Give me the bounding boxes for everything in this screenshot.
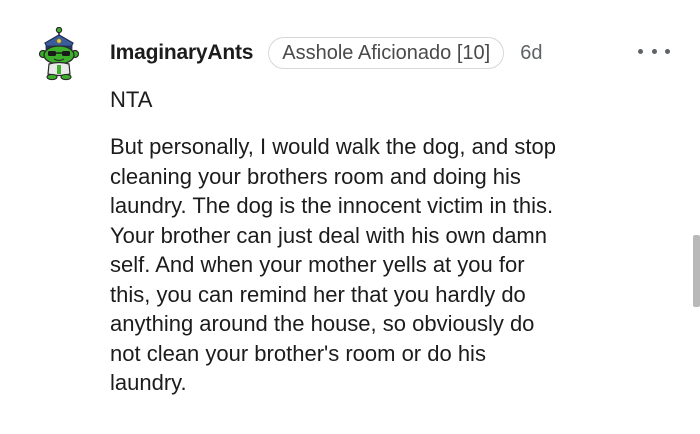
scrollbar-thumb[interactable] bbox=[693, 235, 700, 307]
comment: ImaginaryAnts Asshole Aficionado [10] 6d… bbox=[0, 0, 700, 434]
comment-body: But personally, I would walk the dog, an… bbox=[110, 132, 680, 398]
more-dot bbox=[651, 48, 657, 54]
comment-body-line: Your brother can just deal with his own … bbox=[110, 222, 547, 248]
comment-body-line: this, you can remind her that you hardly… bbox=[110, 281, 526, 307]
comment-timestamp[interactable]: 6d bbox=[520, 42, 542, 65]
comment-body-line: But personally, I would walk the dog, an… bbox=[110, 134, 556, 159]
more-dot bbox=[665, 48, 670, 54]
comment-body-line: anything around the house, so obviously … bbox=[110, 311, 535, 336]
more-dot bbox=[638, 48, 643, 54]
comment-body-line: laundry. The dog is the innocent victim … bbox=[110, 193, 554, 218]
comment-header: ImaginaryAnts Asshole Aficionado [10] 6d bbox=[110, 36, 542, 70]
user-flair-badge: Asshole Aficionado [10] bbox=[268, 37, 505, 69]
comment-verdict: NTA bbox=[110, 87, 153, 112]
comment-body-line: cleaning your brothers room and doing hi… bbox=[110, 163, 521, 189]
more-options-icon[interactable] bbox=[638, 40, 670, 62]
comment-body-line: not clean your brother's room or do his bbox=[110, 340, 486, 366]
comment-body-line: self. And when your mother yells at you … bbox=[110, 252, 525, 277]
comment-body-line: laundry. bbox=[110, 370, 187, 395]
username-link[interactable]: ImaginaryAnts bbox=[110, 41, 253, 65]
snoo-police-avatar-icon[interactable] bbox=[38, 27, 80, 81]
